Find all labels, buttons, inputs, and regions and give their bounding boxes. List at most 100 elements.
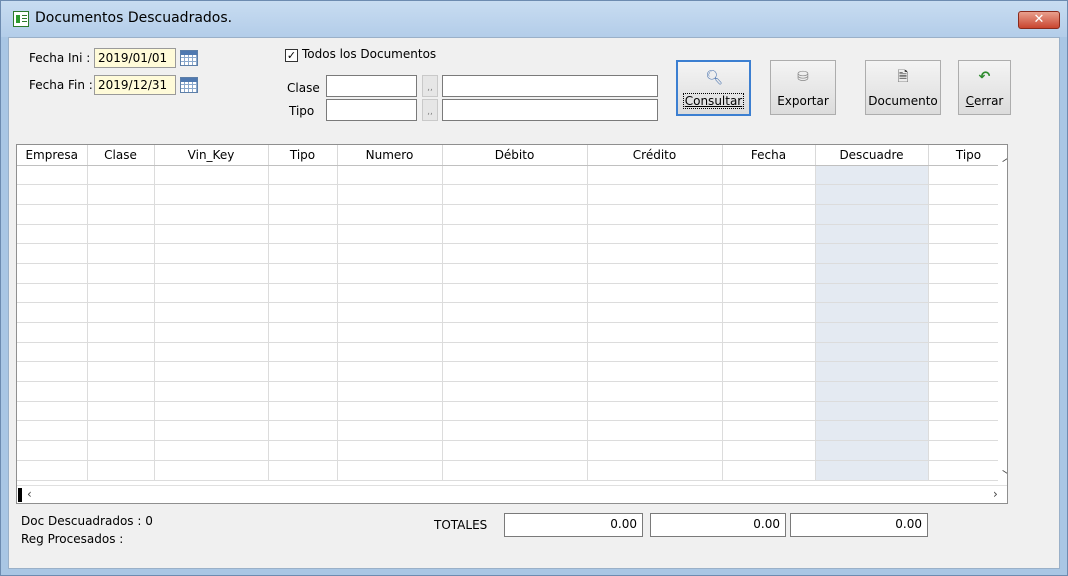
table-cell[interactable] [587,204,723,225]
table-cell[interactable] [87,184,155,205]
table-row[interactable] [17,460,1007,481]
table-cell[interactable] [928,401,1007,422]
table-cell[interactable] [268,361,338,383]
table-cell[interactable] [268,420,338,442]
table-cell[interactable] [587,283,723,304]
table-cell[interactable] [442,460,588,481]
table-cell[interactable] [928,224,1007,245]
table-cell[interactable] [87,224,155,245]
table-cell[interactable] [17,204,88,225]
table-cell[interactable] [17,263,88,284]
table-cell[interactable] [815,263,929,284]
table-cell[interactable] [87,283,155,304]
column-header[interactable]: Débito [442,145,588,166]
table-cell[interactable] [442,204,588,225]
table-cell[interactable] [154,165,269,186]
table-cell[interactable] [154,224,269,245]
table-cell[interactable] [442,361,588,383]
consultar-button[interactable]: 🔍︎ Consultar [676,60,751,116]
table-cell[interactable] [587,243,723,264]
table-row[interactable] [17,243,1007,264]
table-cell[interactable] [587,361,723,383]
table-cell[interactable] [154,322,269,343]
close-button[interactable]: ✕ [1018,11,1060,29]
vertical-scrollbar[interactable]: ︿ ﹀ [998,145,1007,485]
table-cell[interactable] [87,204,155,225]
table-cell[interactable] [154,243,269,264]
table-cell[interactable] [17,460,88,481]
table-cell[interactable] [928,165,1007,186]
table-cell[interactable] [87,243,155,264]
table-cell[interactable] [268,401,338,422]
fecha-ini-field[interactable]: 2019/01/01 [94,48,176,68]
column-header[interactable]: Fecha [722,145,816,166]
tipo-code-input[interactable] [326,99,417,121]
table-cell[interactable] [337,322,443,343]
table-cell[interactable] [587,322,723,343]
table-cell[interactable] [928,204,1007,225]
table-cell[interactable] [442,263,588,284]
table-cell[interactable] [722,440,816,461]
documento-button[interactable]: 🗎︎ Documento [865,60,941,115]
table-cell[interactable] [154,204,269,225]
table-cell[interactable] [442,401,588,422]
exportar-button[interactable]: ⛁ Exportar [770,60,836,115]
table-cell[interactable] [87,263,155,284]
table-cell[interactable] [17,361,88,383]
table-cell[interactable] [442,283,588,304]
column-header[interactable]: Tipo [928,145,1007,166]
table-row[interactable] [17,165,1007,186]
column-header[interactable]: Clase [87,145,155,166]
table-cell[interactable] [442,322,588,343]
table-cell[interactable] [17,224,88,245]
table-cell[interactable] [815,322,929,343]
table-cell[interactable] [17,401,88,422]
table-cell[interactable] [928,322,1007,343]
table-cell[interactable] [337,263,443,284]
column-header[interactable]: Descuadre [815,145,929,166]
table-cell[interactable] [17,302,88,323]
table-cell[interactable] [87,381,155,402]
table-cell[interactable] [722,184,816,205]
table-cell[interactable] [442,243,588,264]
title-bar[interactable]: Documentos Descuadrados. ✕ [1,1,1067,37]
column-header[interactable]: Vin_Key [154,145,269,166]
table-cell[interactable] [815,381,929,402]
table-cell[interactable] [17,283,88,304]
table-cell[interactable] [815,243,929,264]
table-cell[interactable] [442,342,588,363]
table-cell[interactable] [268,204,338,225]
table-cell[interactable] [442,440,588,461]
table-cell[interactable] [928,263,1007,284]
table-cell[interactable] [587,165,723,186]
table-cell[interactable] [815,460,929,481]
table-cell[interactable] [337,420,443,442]
clase-code-input[interactable] [326,75,417,97]
cerrar-button[interactable]: ↶ Cerrar [958,60,1011,115]
table-cell[interactable] [928,243,1007,264]
table-row[interactable] [17,322,1007,343]
table-cell[interactable] [87,420,155,442]
table-cell[interactable] [442,302,588,323]
table-row[interactable] [17,342,1007,363]
table-row[interactable] [17,401,1007,422]
table-cell[interactable] [268,224,338,245]
table-cell[interactable] [722,401,816,422]
table-cell[interactable] [815,342,929,363]
table-cell[interactable] [337,401,443,422]
tipo-description-input[interactable] [442,99,658,121]
table-cell[interactable] [722,224,816,245]
table-cell[interactable] [268,165,338,186]
table-cell[interactable] [337,204,443,225]
table-cell[interactable] [268,184,338,205]
table-cell[interactable] [268,381,338,402]
table-cell[interactable] [17,440,88,461]
table-cell[interactable] [87,302,155,323]
table-cell[interactable] [815,224,929,245]
column-header[interactable]: Tipo [268,145,338,166]
table-cell[interactable] [587,184,723,205]
table-row[interactable] [17,184,1007,205]
column-header[interactable]: Crédito [587,145,723,166]
table-cell[interactable] [442,224,588,245]
table-cell[interactable] [17,243,88,264]
